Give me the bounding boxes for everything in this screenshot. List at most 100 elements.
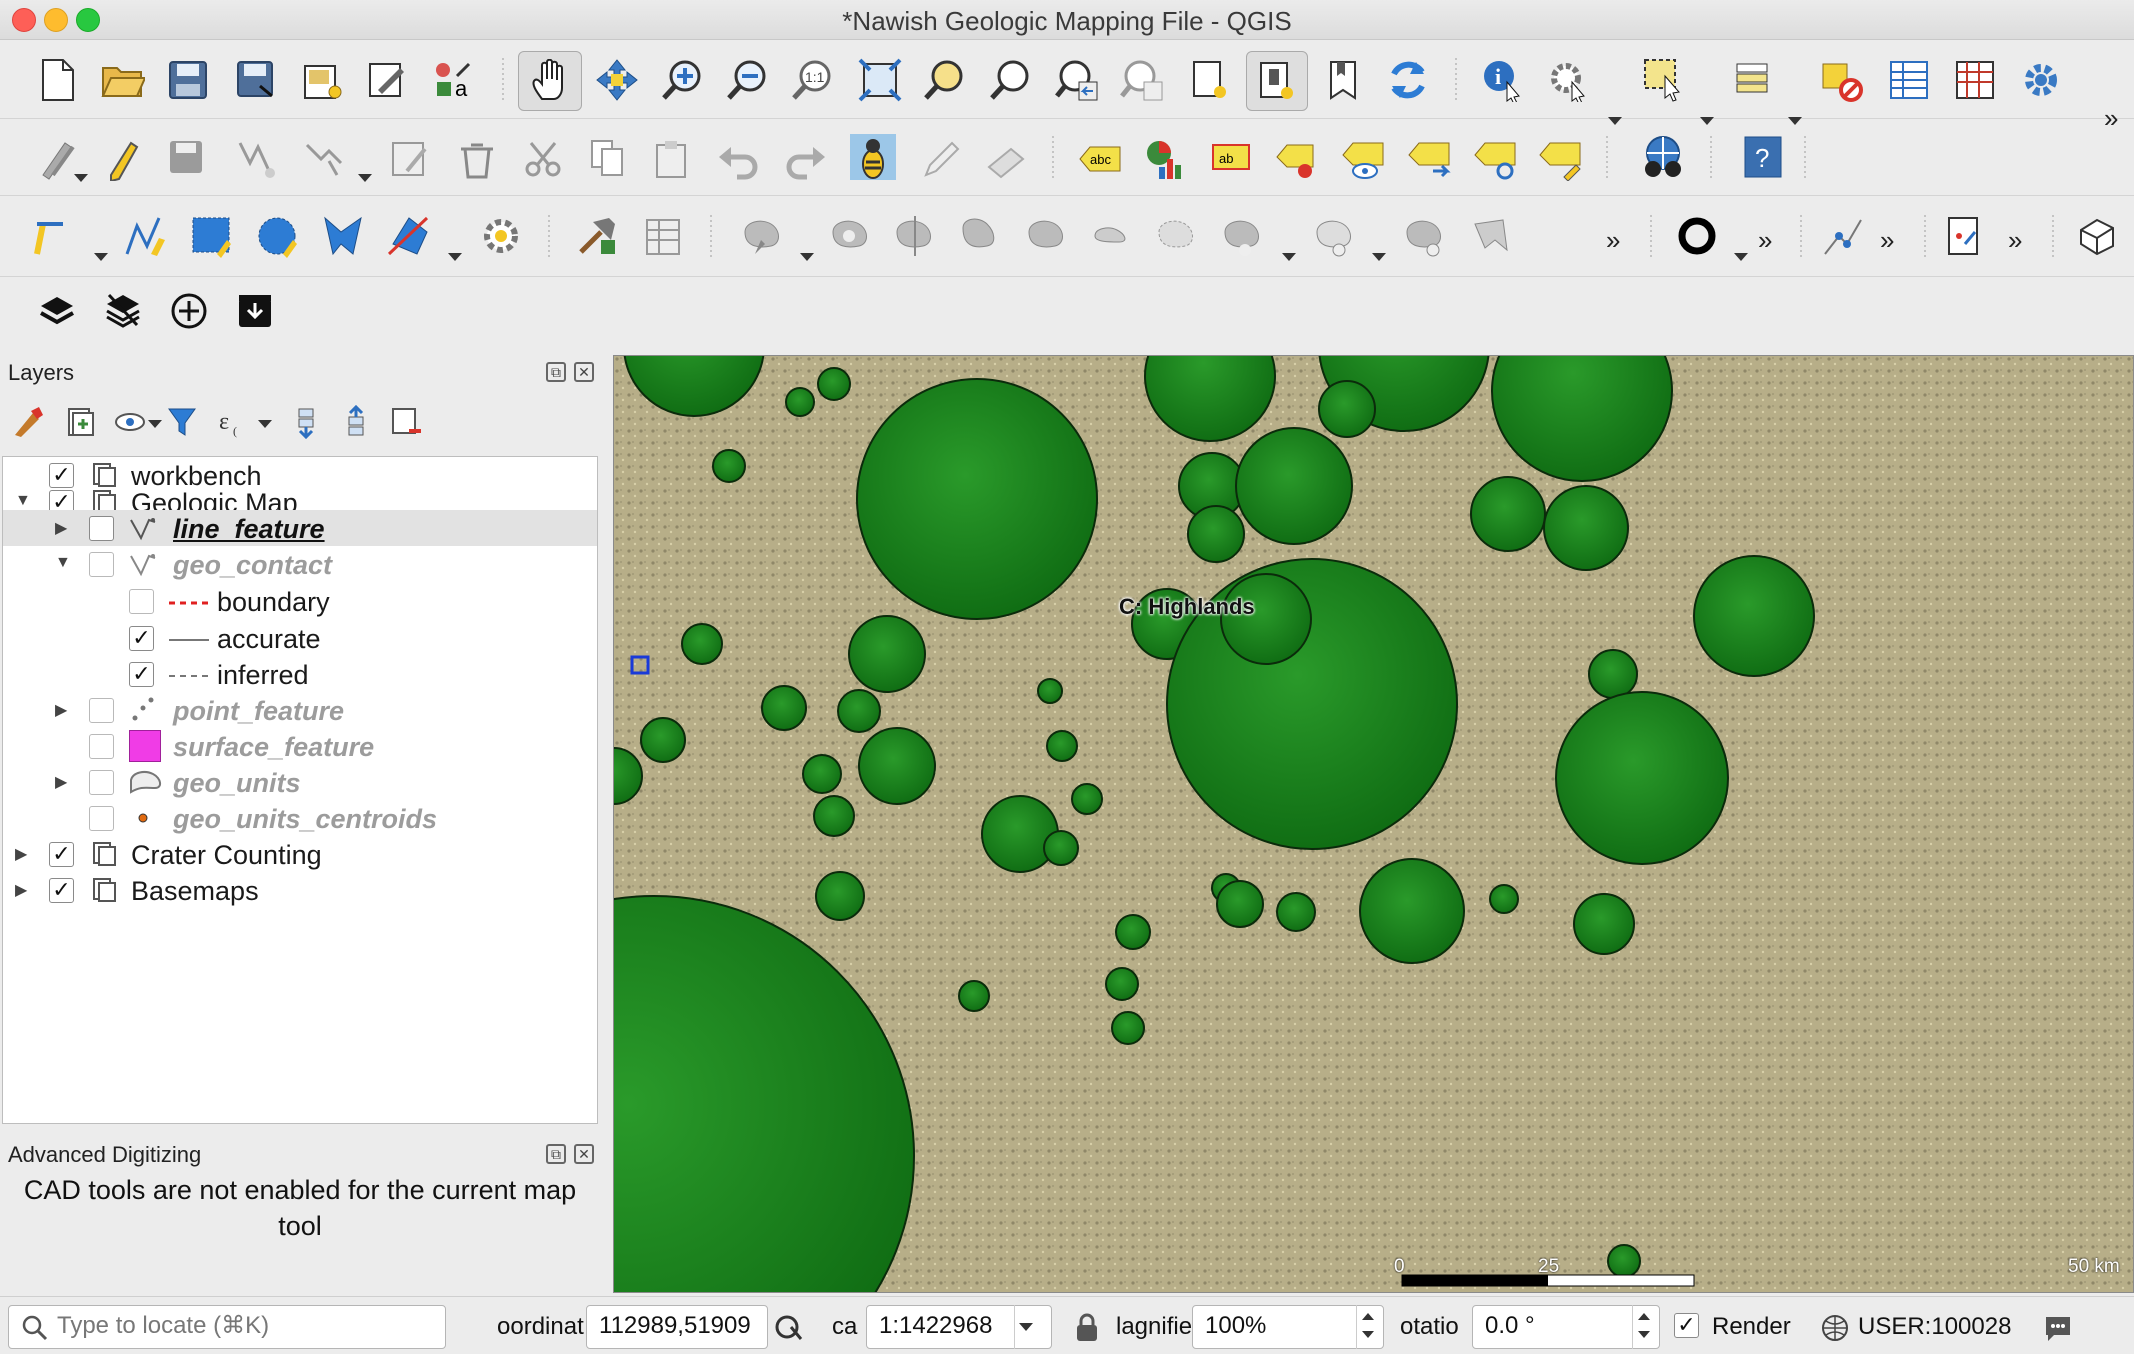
magnifier-spinner[interactable]	[1356, 1305, 1380, 1349]
crater-circle[interactable]	[837, 689, 881, 733]
expand-arrow-icon[interactable]: ▶	[55, 518, 67, 538]
zoom-last-icon[interactable]	[1052, 53, 1102, 107]
crater-circle[interactable]	[1555, 691, 1729, 865]
crater-circle[interactable]	[640, 717, 686, 763]
reshape-features-icon[interactable]	[1022, 209, 1072, 263]
deselect-all-icon[interactable]	[1818, 53, 1868, 107]
measure-line-icon[interactable]	[30, 209, 80, 263]
cut-features-icon[interactable]	[518, 132, 568, 186]
modify-attributes-icon[interactable]	[386, 132, 436, 186]
crater-circle[interactable]	[848, 615, 926, 693]
crater-circle[interactable]	[1470, 476, 1546, 552]
crater-circle[interactable]	[1105, 967, 1139, 1001]
crater-circle[interactable]	[1359, 858, 1465, 964]
undo-icon[interactable]	[714, 132, 764, 186]
crater-circle[interactable]	[1046, 730, 1078, 762]
crater-circle[interactable]	[815, 871, 865, 921]
crater-circle[interactable]	[681, 623, 723, 665]
crater-circle[interactable]	[1187, 505, 1245, 563]
crater-circle[interactable]	[1607, 1244, 1641, 1278]
crater-circle[interactable]	[856, 378, 1098, 620]
crater-circle[interactable]	[1043, 830, 1079, 866]
table-grid-icon[interactable]	[638, 209, 688, 263]
add-ring-icon[interactable]	[826, 209, 876, 263]
open-layer-styling-icon[interactable]	[6, 400, 50, 444]
expand-arrow-icon[interactable]: ▶	[55, 700, 67, 720]
new-3d-map-view-icon[interactable]	[1246, 51, 1308, 111]
crater-circle[interactable]	[1276, 892, 1316, 932]
float-panel-icon[interactable]: ⧉	[546, 362, 566, 382]
select-features-icon[interactable]	[1640, 53, 1690, 107]
geometry-checker-icon[interactable]	[1942, 209, 1992, 263]
render-checkbox[interactable]: ✓	[1674, 1313, 1699, 1338]
open-project-icon[interactable]	[98, 53, 148, 107]
offset-curve-icon[interactable]	[1088, 209, 1138, 263]
layer-row-crater-counting[interactable]: ▶ ✓ Crater Counting	[3, 836, 597, 872]
crater-circle[interactable]	[958, 980, 990, 1012]
crater-circle[interactable]	[1216, 880, 1264, 928]
layer-row-geo-units-centroids[interactable]: geo_units_centroids	[3, 800, 597, 836]
crater-circle[interactable]	[1235, 427, 1353, 545]
digitize-line-icon[interactable]	[231, 132, 281, 186]
zoom-next-icon[interactable]	[1117, 53, 1167, 107]
filter-by-expression-icon[interactable]: ε(	[210, 400, 254, 444]
select-by-value-icon[interactable]	[1730, 53, 1780, 107]
remove-layer-icon[interactable]	[384, 400, 428, 444]
crater-circle[interactable]	[761, 685, 807, 731]
dropdown-arrow-icon[interactable]	[94, 253, 108, 261]
inbox-download-icon[interactable]	[230, 284, 280, 338]
lock-scale-icon[interactable]	[1074, 1313, 1100, 1343]
crater-circle[interactable]	[1489, 884, 1519, 914]
delete-selected-icon[interactable]	[452, 132, 502, 186]
toolbar-overflow-icon[interactable]: »	[1758, 225, 1772, 256]
crater-circle[interactable]	[1111, 1011, 1145, 1045]
simplify-feature-icon[interactable]	[1152, 209, 1202, 263]
add-group-icon[interactable]	[58, 400, 102, 444]
messages-icon[interactable]	[2042, 1313, 2074, 1343]
dropdown-arrow-icon[interactable]	[800, 253, 814, 261]
pin-unpin-labels-icon[interactable]	[1272, 132, 1322, 186]
layout-manager-icon[interactable]	[363, 53, 413, 107]
float-panel-icon[interactable]: ⧉	[546, 1144, 566, 1164]
locator-search-input[interactable]: Type to locate (⌘K)	[8, 1305, 446, 1349]
layer-checkbox[interactable]	[89, 552, 114, 577]
add-polygon-icon[interactable]	[318, 209, 368, 263]
zoom-to-layer-icon[interactable]	[986, 53, 1036, 107]
crater-circle[interactable]	[1543, 485, 1629, 571]
snapping-options-icon[interactable]	[476, 209, 526, 263]
crater-circle[interactable]	[1318, 380, 1376, 438]
legend-checkbox[interactable]: ✓	[129, 626, 154, 651]
legend-row-inferred[interactable]: ✓ inferred	[3, 656, 597, 692]
close-panel-icon[interactable]: ✕	[574, 1144, 594, 1164]
layer-checkbox[interactable]: ✓	[49, 842, 74, 867]
georeferencer-icon[interactable]	[1818, 209, 1868, 263]
diagram-options-icon[interactable]	[1140, 132, 1190, 186]
new-project-icon[interactable]	[32, 53, 82, 107]
crater-circle[interactable]	[813, 795, 855, 837]
rotate-feature-icon[interactable]	[1466, 209, 1516, 263]
settings-gear-icon[interactable]	[2016, 53, 2066, 107]
identify-features-icon[interactable]: i	[1478, 53, 1528, 107]
dropdown-arrow-icon[interactable]	[448, 253, 462, 261]
layer-row-line-feature[interactable]: ▶ line_feature	[3, 510, 597, 546]
crater-circle[interactable]	[1037, 678, 1063, 704]
manage-visibility-icon[interactable]	[108, 400, 152, 444]
add-layer-plus-icon[interactable]	[164, 284, 214, 338]
collapse-arrow-icon[interactable]: ▼	[55, 554, 71, 572]
style-manager-icon[interactable]: a	[428, 53, 478, 107]
toolbar-overflow-icon[interactable]: »	[2008, 225, 2022, 256]
crs-globe-icon[interactable]	[1820, 1313, 1850, 1343]
coordinate-field[interactable]: 112989,51909	[586, 1305, 768, 1349]
layer-row-geo-units[interactable]: ▶ geo_units	[3, 764, 597, 800]
layer-row-basemaps[interactable]: ▶ ✓ Basemaps	[3, 872, 597, 908]
merge-features-icon[interactable]	[956, 209, 1006, 263]
new-map-view-icon[interactable]	[1185, 53, 1235, 107]
legend-checkbox[interactable]	[129, 589, 154, 614]
eraser-icon[interactable]	[980, 132, 1030, 186]
highlight-pinned-labels-icon[interactable]: ab	[1206, 132, 1256, 186]
collapse-all-icon[interactable]	[334, 400, 378, 444]
vertex-tool-icon[interactable]	[298, 132, 348, 186]
layer-styling-icon[interactable]	[98, 284, 148, 338]
crater-circle[interactable]	[817, 367, 851, 401]
layer-checkbox[interactable]	[89, 698, 114, 723]
